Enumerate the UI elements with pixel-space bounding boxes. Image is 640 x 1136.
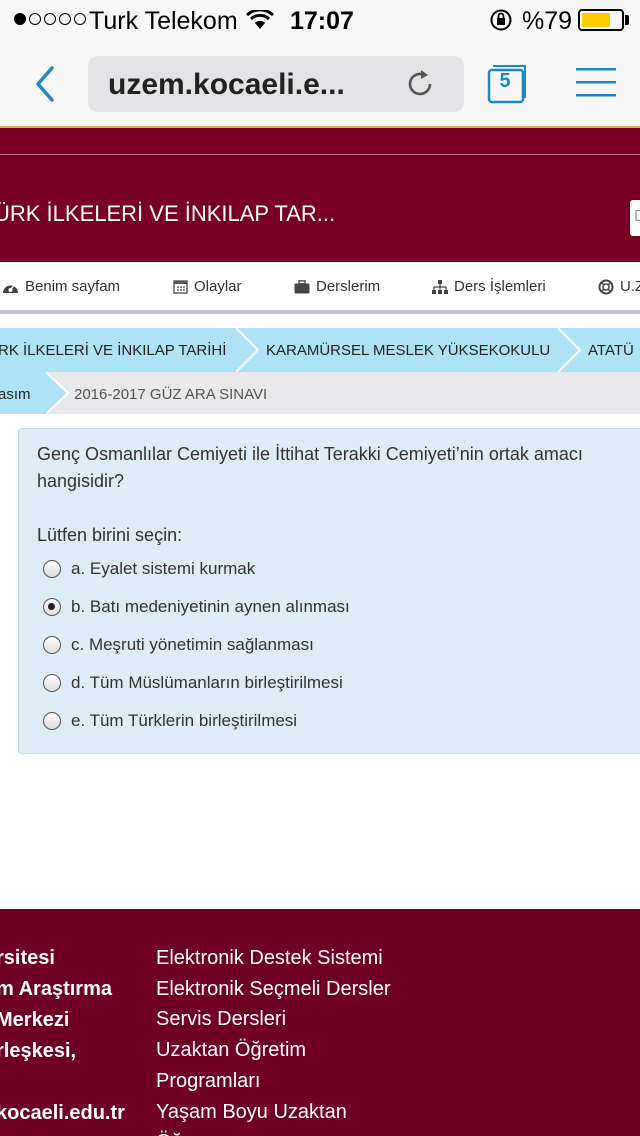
signal-dot [14, 13, 26, 25]
option-label[interactable]: e. Tüm Türklerin birleştirilmesi [71, 711, 297, 731]
rotation-lock-icon [490, 9, 512, 31]
footer-address-line: m Araştırma [0, 978, 112, 1000]
breadcrumb-school[interactable]: KARAMÜRSEL MESLEK YÜKSEKOKULU [266, 342, 550, 359]
dashboard-icon [3, 284, 18, 293]
question-panel: Genç Osmanlılar Cemiyeti ile İttihat Ter… [18, 428, 640, 754]
answer-option-d[interactable]: d. Tüm Müslümanların birleştirilmesi [43, 673, 343, 693]
main-nav: Benim sayfam Olaylar Derslerim Ders İşle… [0, 262, 640, 314]
nav-label: U.Z [620, 278, 640, 295]
radio-button[interactable] [43, 560, 61, 578]
footer-address-line: rsitesi [0, 947, 55, 969]
calendar-icon [173, 280, 188, 294]
option-label[interactable]: d. Tüm Müslümanların birleştirilmesi [71, 673, 343, 693]
footer-link[interactable]: Programları [156, 1066, 391, 1097]
nav-item-olaylar[interactable]: Olaylar [173, 278, 242, 295]
breadcrumb-separator [558, 328, 582, 372]
breadcrumb-separator [236, 328, 260, 372]
radio-button[interactable] [43, 636, 61, 654]
footer-link[interactable]: Elektronik Seçmeli Dersler [156, 974, 391, 1005]
footer-address-line: Merkezi [0, 1009, 70, 1031]
breadcrumb-quiz[interactable]: 2016-2017 GÜZ ARA SINAVI [74, 386, 267, 403]
breadcrumb: RK İLKELERİ VE İNKILAP TARİHİ KARAMÜRSEL… [0, 328, 640, 372]
address-bar[interactable]: uzem.kocaeli.e... [88, 56, 464, 112]
battery-percent: %79 [522, 7, 573, 35]
search-placeholder: D [634, 208, 640, 225]
question-text: Genç Osmanlılar Cemiyeti ile İttihat Ter… [37, 444, 583, 491]
battery-icon [578, 9, 624, 31]
nav-label: Derslerim [316, 278, 381, 295]
breadcrumb-secondary: asım 2016-2017 GÜZ ARA SINAVI [0, 372, 640, 414]
signal-dots [14, 13, 86, 25]
tab-count: 5 [499, 70, 511, 92]
answer-prompt: Lütfen birini seçin: [37, 525, 183, 545]
signal-dot [44, 13, 56, 25]
footer-link[interactable]: Öğ [156, 1127, 391, 1136]
site-header: ÜRK İLKELERİ VE İNKILAP TAR... D [0, 128, 640, 262]
status-bar: Turk Telekom 17:07 %79 [0, 0, 640, 40]
hamburger-menu-icon[interactable] [576, 66, 616, 100]
answer-option-a[interactable]: a. Eyalet sistemi kurmak [43, 559, 255, 579]
nav-label: Benim sayfam [25, 278, 121, 295]
briefcase-icon [294, 279, 310, 293]
option-label[interactable]: c. Meşruti yönetimin sağlanması [71, 635, 314, 655]
url-text[interactable]: uzem.kocaeli.e... [108, 68, 345, 102]
wifi-icon [246, 10, 274, 29]
battery-tip [625, 15, 629, 25]
signal-dot [29, 13, 41, 25]
carrier-name: Turk Telekom [89, 7, 238, 35]
browser-toolbar: uzem.kocaeli.e... 5 [0, 40, 640, 128]
answer-option-e[interactable]: e. Tüm Türklerin birleştirilmesi [43, 711, 297, 731]
sitemap-icon [432, 279, 448, 294]
breadcrumb-section[interactable]: asım [0, 386, 31, 403]
nav-item-derslerim[interactable]: Derslerim [294, 278, 380, 295]
signal-dot [74, 13, 86, 25]
back-chevron-icon[interactable] [28, 64, 68, 104]
answer-option-b[interactable]: b. Batı medeniyetinin aynen alınması [43, 597, 350, 617]
footer-link[interactable]: Uzaktan Öğretim [156, 1035, 391, 1066]
nav-label: Olaylar [194, 278, 242, 295]
nav-label: Ders İşlemleri [454, 278, 546, 295]
lifebuoy-icon [598, 279, 614, 294]
radio-button[interactable] [43, 674, 61, 692]
radio-button[interactable] [43, 712, 61, 730]
nav-item-benim-sayfam[interactable]: Benim sayfam [2, 278, 120, 295]
clock: 17:07 [290, 7, 354, 35]
site-footer: rsitesi m Araştırma Merkezi rleşkesi, ko… [0, 909, 640, 1136]
header-divider [0, 154, 640, 155]
breadcrumb-separator [46, 372, 70, 414]
footer-website-link[interactable]: kocaeli.edu.tr [0, 1098, 125, 1129]
radio-button-selected[interactable] [43, 598, 61, 616]
signal-dot [59, 13, 71, 25]
footer-link[interactable]: Elektronik Destek Sistemi [156, 943, 391, 974]
footer-link[interactable]: Servis Dersleri [156, 1004, 391, 1035]
nav-item-uz[interactable]: U.Z [598, 278, 640, 295]
option-label[interactable]: a. Eyalet sistemi kurmak [71, 559, 255, 579]
footer-address-line [0, 1067, 125, 1098]
breadcrumb-course[interactable]: RK İLKELERİ VE İNKILAP TARİHİ [0, 342, 226, 359]
footer-link[interactable]: Yaşam Boyu Uzaktan [156, 1097, 391, 1128]
nav-item-ders-islemleri[interactable]: Ders İşlemleri [432, 278, 546, 295]
breadcrumb-university[interactable]: ATATÜ [588, 342, 634, 359]
course-title[interactable]: ÜRK İLKELERİ VE İNKILAP TAR... [0, 201, 335, 227]
footer-links: Elektronik Destek Sistemi Elektronik Seç… [156, 943, 391, 1136]
reload-icon[interactable] [404, 68, 436, 100]
option-label[interactable]: b. Batı medeniyetinin aynen alınması [71, 597, 350, 617]
footer-address-line: rleşkesi, [0, 1040, 77, 1062]
footer-address: rsitesi m Araştırma Merkezi rleşkesi, ko… [0, 943, 125, 1129]
answer-option-c[interactable]: c. Meşruti yönetimin sağlanması [43, 635, 314, 655]
